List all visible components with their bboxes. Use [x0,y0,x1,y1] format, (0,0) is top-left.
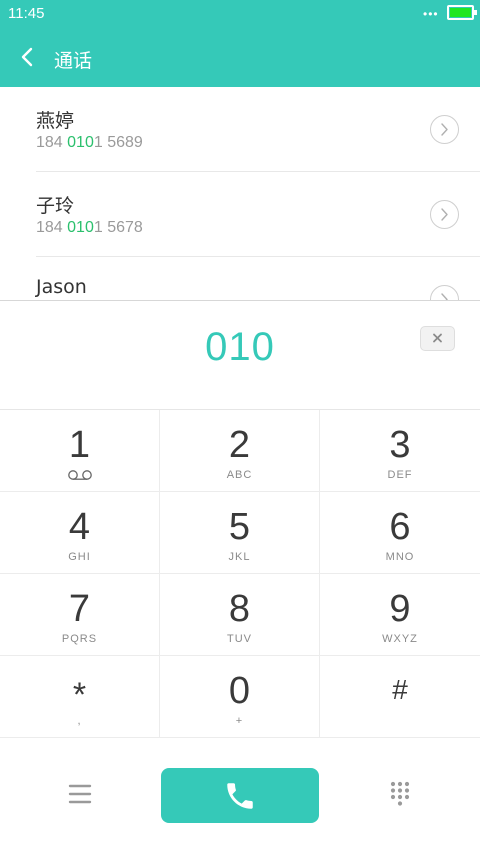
status-time: 11:45 [8,5,45,22]
key-5[interactable]: 5 JKL [160,492,320,574]
back-arrow-icon [21,47,33,67]
key-1[interactable]: 1 [0,410,160,492]
number-match-highlight: 010 [67,134,94,151]
contact-detail-button[interactable] [430,115,459,144]
dialpad-icon [390,781,410,806]
key-digit: 6 [389,506,411,548]
key-0[interactable]: 0 + [160,656,320,738]
key-4[interactable]: 4 GHI [0,492,160,574]
contact-suggestions-list: 燕婷 184 0101 5689 子玲 184 0101 5678 Jason [0,87,480,301]
contact-name: Jason [36,276,87,298]
battery-icon [447,5,474,20]
phone-icon [227,783,253,809]
chevron-right-icon [441,123,448,136]
key-star[interactable]: * , [0,656,160,738]
key-digit: * [72,676,87,714]
key-6[interactable]: 6 MNO [320,492,480,574]
bottom-action-bar [0,739,480,853]
contact-row[interactable]: Jason [0,257,480,301]
key-digit: 9 [389,588,411,630]
key-hash[interactable]: # [320,656,480,738]
dial-keypad: 1 2 ABC 3 DEF 4 GHI 5 JKL 6 MNO 7 PQRS 8… [0,409,480,739]
voicemail-icon [68,470,92,480]
number-match-highlight: 010 [67,219,94,236]
contact-detail-button[interactable] [430,200,459,229]
key-letters: DEF [387,469,413,481]
key-digit: 3 [389,424,411,466]
key-3[interactable]: 3 DEF [320,410,480,492]
key-digit: 7 [68,588,91,630]
contact-row[interactable]: 子玲 184 0101 5678 [0,172,480,257]
key-digit: 8 [228,588,251,630]
menu-button[interactable] [62,779,98,809]
status-bar: 11:45 ••• [0,0,480,28]
back-button[interactable] [14,43,42,71]
contact-row[interactable]: 燕婷 184 0101 5689 [0,87,480,172]
key-letters: PQRS [61,633,98,645]
key-letters: ABC [226,469,253,481]
contact-name: 子玲 [36,195,75,217]
key-7[interactable]: 7 PQRS [0,574,160,656]
contact-detail-button[interactable] [430,285,459,301]
battery-tip [474,10,477,15]
key-letters: , [77,715,82,727]
key-digit: 0 [228,670,251,712]
backspace-icon [433,333,442,343]
contact-number: 184 0101 5678 [36,219,143,236]
page-title: 通话 [54,50,93,72]
dial-input-area: 010 [0,300,480,409]
chevron-right-icon [441,208,448,221]
key-letters: TUV [227,633,252,645]
key-9[interactable]: 9 WXYZ [320,574,480,656]
chevron-right-icon [441,293,448,301]
contact-name: 燕婷 [36,110,75,132]
menu-icon [68,784,92,804]
dialed-number[interactable]: 010 [0,325,480,370]
key-letters: WXYZ [382,633,418,645]
key-8[interactable]: 8 TUV [160,574,320,656]
key-digit: 4 [68,506,91,548]
key-2[interactable]: 2 ABC [160,410,320,492]
key-letters: MNO [385,551,415,563]
keypad-toggle-button[interactable] [384,779,416,811]
key-digit: 5 [228,506,251,548]
key-digit: # [392,674,408,705]
key-letters: JKL [228,551,251,563]
contact-number: 184 0101 5689 [36,134,143,151]
signal-dots-icon: ••• [423,7,439,21]
key-digit: 1 [68,424,91,466]
key-letters: GHI [68,551,91,563]
app-bar: 通话 [0,28,480,87]
key-digit: 2 [228,424,251,466]
delete-button[interactable] [420,326,455,351]
key-letters: + [235,715,244,727]
call-button[interactable] [161,768,319,823]
